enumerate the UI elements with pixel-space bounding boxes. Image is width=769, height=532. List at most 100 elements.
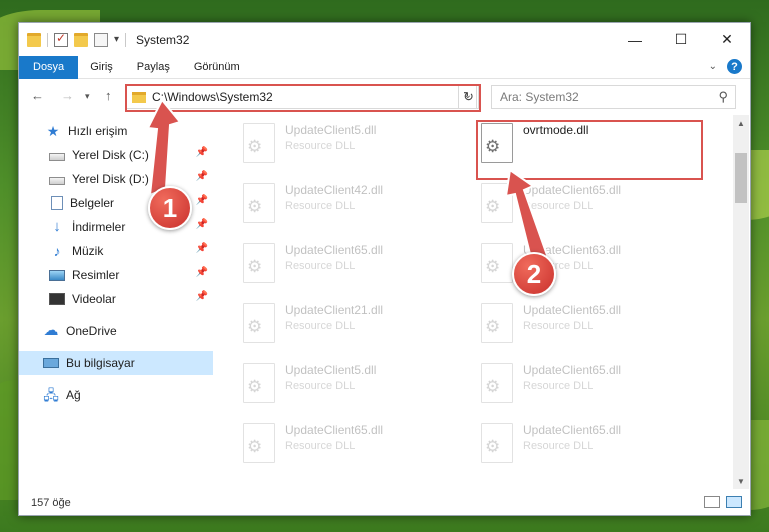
file-type: Resource DLL: [523, 320, 594, 332]
status-bar: 157 öğe: [19, 489, 750, 517]
file-highlight-box: [476, 120, 703, 180]
file-name: UpdateClient65.dll: [523, 363, 622, 377]
scroll-down-icon[interactable]: ▼: [733, 473, 749, 489]
recent-locations-icon[interactable]: ▾: [85, 91, 90, 102]
search-icon[interactable]: ⚲: [718, 89, 728, 105]
dll-file-icon: [481, 183, 513, 223]
file-type: Resource DLL: [285, 440, 356, 452]
properties-check-icon[interactable]: [54, 31, 68, 47]
sidebar-item-onedrive[interactable]: ☁ OneDrive: [19, 319, 213, 343]
download-icon: ↓: [53, 218, 61, 235]
chevron-down-icon[interactable]: ⌄: [709, 61, 717, 72]
sidebar-item-label: Yerel Disk (C:): [72, 148, 149, 162]
music-icon: ♪: [53, 243, 61, 259]
pin-icon[interactable]: 📌: [196, 243, 208, 254]
file-name: UpdateClient5.dll: [285, 363, 377, 377]
disk-icon: [49, 176, 65, 185]
file-item[interactable]: UpdateClient5.dll Resource DLL: [239, 119, 469, 173]
dll-file-icon: [243, 363, 275, 403]
quick-access-toolbar: ▾: [19, 31, 127, 47]
divider: [125, 32, 127, 47]
sidebar-item-label: İndirmeler: [72, 220, 126, 234]
sidebar-item-network[interactable]: 🖧 Ağ: [19, 383, 213, 407]
tab-view[interactable]: Görünüm: [182, 56, 252, 79]
large-icons-view-icon[interactable]: [726, 496, 742, 508]
file-item[interactable]: UpdateClient65.dll Resource DLL: [477, 359, 707, 413]
step-2-badge: 2: [512, 252, 556, 296]
file-name: UpdateClient21.dll: [285, 303, 384, 317]
new-folder-icon[interactable]: [74, 32, 88, 47]
dll-file-icon: [481, 423, 513, 463]
sidebar-item-local-disk-d[interactable]: Yerel Disk (D:) 📌: [19, 167, 213, 191]
pin-icon[interactable]: 📌: [196, 195, 208, 206]
window-controls: — ☐ ✕: [612, 23, 750, 56]
file-name: UpdateClient65.dll: [285, 243, 384, 257]
ribbon-tabs: Dosya Giriş Paylaş Görünüm ⌄ ?: [19, 55, 750, 79]
dll-file-icon: [243, 303, 275, 343]
file-name: UpdateClient5.dll: [285, 123, 377, 137]
view-switcher: [704, 496, 742, 508]
sidebar-item-videos[interactable]: Videolar 📌: [19, 287, 213, 311]
file-item[interactable]: UpdateClient21.dll Resource DLL: [239, 299, 469, 353]
customize-toolbar-icon[interactable]: ▾: [114, 34, 119, 45]
step-1-badge: 1: [148, 186, 192, 230]
up-arrow-icon[interactable]: ↑: [105, 88, 112, 103]
file-name: UpdateClient42.dll: [285, 183, 384, 197]
navigation-pane: ★ Hızlı erişim Yerel Disk (C:) 📌 Yerel D…: [19, 119, 213, 489]
item-count: 157 öğe: [31, 497, 71, 509]
file-type: Resource DLL: [285, 140, 356, 152]
search-placeholder: Ara: System32: [500, 90, 579, 104]
file-item[interactable]: UpdateClient65.dll Resource DLL: [239, 239, 469, 293]
dll-file-icon: [481, 363, 513, 403]
back-arrow-icon[interactable]: ←: [31, 88, 44, 103]
pin-icon[interactable]: 📌: [196, 291, 208, 302]
window-title: System32: [136, 32, 190, 47]
minimize-button[interactable]: —: [612, 23, 658, 56]
file-item[interactable]: UpdateClient65.dll Resource DLL: [477, 299, 707, 353]
dll-file-icon: [243, 423, 275, 463]
video-icon: [49, 293, 65, 305]
sidebar-item-label: Yerel Disk (D:): [72, 172, 149, 186]
sidebar-item-this-pc[interactable]: Bu bilgisayar: [19, 351, 213, 375]
tab-home[interactable]: Giriş: [78, 56, 125, 79]
file-type: Resource DLL: [285, 320, 356, 332]
explorer-window: ▾ System32 — ☐ ✕ Dosya Giriş Paylaş Görü…: [18, 22, 751, 516]
file-item[interactable]: UpdateClient65.dll Resource DLL: [239, 419, 469, 473]
file-item[interactable]: UpdateClient42.dll Resource DLL: [239, 179, 469, 233]
dll-file-icon: [481, 243, 513, 283]
file-item[interactable]: UpdateClient5.dll Resource DLL: [239, 359, 469, 413]
scrollbar-thumb[interactable]: [735, 153, 747, 203]
file-name: UpdateClient65.dll: [523, 423, 622, 437]
pictures-icon: [49, 270, 65, 281]
pin-icon[interactable]: 📌: [196, 267, 208, 278]
details-view-icon[interactable]: [704, 496, 720, 508]
dll-file-icon: [481, 303, 513, 343]
file-type: Resource DLL: [285, 380, 356, 392]
sidebar-item-music[interactable]: ♪ Müzik 📌: [19, 239, 213, 263]
help-icon[interactable]: ?: [727, 59, 742, 74]
tab-share[interactable]: Paylaş: [125, 56, 182, 79]
vertical-scrollbar[interactable]: ▲ ▼: [733, 115, 749, 489]
file-item[interactable]: UpdateClient65.dll Resource DLL: [477, 179, 707, 233]
star-icon: ★: [46, 123, 60, 139]
sidebar-item-quick-access[interactable]: ★ Hızlı erişim: [19, 119, 213, 143]
dll-file-icon: [243, 123, 275, 163]
documents-icon: [51, 196, 63, 210]
file-item[interactable]: UpdateClient65.dll Resource DLL: [477, 419, 707, 473]
forward-arrow-icon[interactable]: →: [61, 88, 74, 103]
maximize-button[interactable]: ☐: [658, 23, 704, 56]
sidebar-item-pictures[interactable]: Resimler 📌: [19, 263, 213, 287]
sidebar-item-local-disk-c[interactable]: Yerel Disk (C:) 📌: [19, 143, 213, 167]
tab-file[interactable]: Dosya: [19, 55, 79, 79]
pin-icon[interactable]: 📌: [196, 219, 208, 230]
properties-icon[interactable]: [94, 32, 108, 47]
file-item[interactable]: UpdateClient63.dllResource DLL: [477, 239, 707, 293]
pin-icon[interactable]: 📌: [196, 147, 208, 158]
search-input[interactable]: Ara: System32 ⚲: [491, 85, 736, 109]
close-button[interactable]: ✕: [704, 23, 750, 56]
address-highlight-box: [125, 84, 481, 112]
scroll-up-icon[interactable]: ▲: [733, 115, 749, 131]
pin-icon[interactable]: 📌: [196, 171, 208, 182]
file-name: UpdateClient65.dll: [285, 423, 384, 437]
sidebar-item-label: Resimler: [72, 268, 120, 282]
